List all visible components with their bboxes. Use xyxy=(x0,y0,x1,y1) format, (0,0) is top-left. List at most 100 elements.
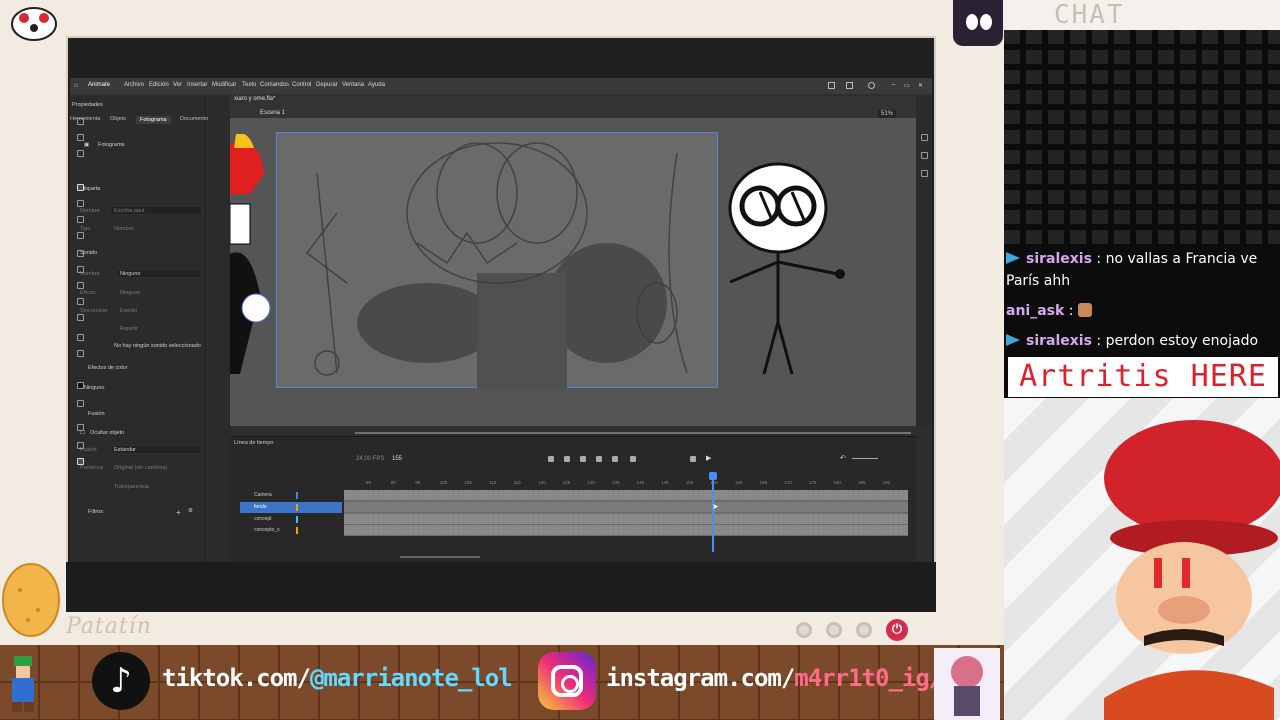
tab-objeto[interactable]: Objeto xyxy=(110,116,126,122)
eyedropper-tool-icon[interactable] xyxy=(77,298,84,305)
timeline-fps[interactable]: 24,00 FPS xyxy=(356,456,384,462)
stage-canvas[interactable] xyxy=(276,132,718,389)
edit-multiple-icon[interactable] xyxy=(612,456,618,462)
stroke-color-icon[interactable] xyxy=(77,382,84,389)
layer-concept[interactable]: concept xyxy=(240,514,342,525)
label-type-select[interactable]: Nombre xyxy=(114,226,134,232)
color-effect-select[interactable]: Ninguno xyxy=(84,385,105,391)
align-panel-icon[interactable] xyxy=(921,170,928,177)
timeline-playhead[interactable] xyxy=(709,472,717,552)
track-concept[interactable] xyxy=(344,514,908,525)
menu-ventana[interactable]: Ventana xyxy=(342,82,364,88)
text-tool-icon[interactable] xyxy=(77,266,84,273)
fill-color-icon[interactable] xyxy=(77,400,84,407)
color-panel-icon[interactable] xyxy=(921,152,928,159)
chat-message: ani_ask : xyxy=(1006,300,1278,322)
menu-modificar[interactable]: Modificar xyxy=(212,82,236,88)
sound-effect-select[interactable]: Ninguno xyxy=(120,290,141,296)
mouse-cursor-icon: ➤ xyxy=(712,502,719,511)
tab-documento[interactable]: Documento xyxy=(180,116,208,122)
menu-edicion[interactable]: Edición xyxy=(149,82,169,88)
instagram-logo-icon xyxy=(538,652,596,710)
track-concepto[interactable] xyxy=(344,525,908,536)
add-filter-icon[interactable]: + xyxy=(176,508,181,517)
snap-icon[interactable] xyxy=(77,424,84,431)
workspace-icon[interactable] xyxy=(846,82,853,89)
chat-title: CHAT xyxy=(1004,0,1280,30)
hand-tool-icon[interactable] xyxy=(77,334,84,341)
select-tool-icon[interactable] xyxy=(77,118,84,125)
menu-ver[interactable]: Ver xyxy=(173,82,182,88)
undo-icon[interactable]: ↶ xyxy=(840,454,846,462)
close-icon[interactable]: ✕ xyxy=(918,82,923,89)
section-filters[interactable]: Filtros xyxy=(88,509,103,515)
instagram-link: instagram.com/m4rr1t0_ig/ xyxy=(606,664,943,692)
timeline-tick-label: 175 xyxy=(808,480,817,485)
label-name-label: Nombre xyxy=(80,208,100,214)
chat-username: siralexis xyxy=(1026,333,1092,349)
pressure-icon[interactable] xyxy=(77,458,84,465)
section-color-effects[interactable]: Efectos de color xyxy=(88,365,127,371)
rectangle-tool-icon[interactable] xyxy=(77,216,84,223)
section-fusion[interactable]: Fusión xyxy=(88,411,105,417)
library-icon[interactable] xyxy=(921,134,928,141)
menu-control[interactable]: Control xyxy=(292,82,311,88)
overlay-dot-button xyxy=(796,622,812,638)
sound-sync-select[interactable]: Evento xyxy=(120,308,137,314)
smooth-icon[interactable] xyxy=(77,442,84,449)
menu-insertar[interactable]: Insertar xyxy=(187,82,207,88)
track-camera[interactable] xyxy=(344,490,908,501)
transparency-button[interactable]: Transparencia xyxy=(114,484,149,490)
maximize-icon[interactable]: ▭ xyxy=(904,82,910,89)
sound-repeat-select[interactable]: Repetir xyxy=(120,326,138,332)
minimize-icon[interactable]: – xyxy=(892,82,895,88)
zoom-select[interactable]: 51% xyxy=(878,110,897,118)
preserve-select[interactable]: Original (sin cambios) xyxy=(114,465,167,471)
tab-herramienta[interactable]: Herramienta xyxy=(70,116,100,122)
lasso-tool-icon[interactable] xyxy=(77,150,84,157)
loop-icon[interactable] xyxy=(690,456,696,462)
menu-comandos[interactable]: Comandos xyxy=(260,82,289,88)
layer-concepto[interactable]: concepto_s xyxy=(240,525,342,536)
timeline-tick-label: 105 xyxy=(464,480,472,485)
brush-tool-icon[interactable] xyxy=(77,184,84,191)
track-fondo[interactable] xyxy=(344,502,908,513)
subselect-tool-icon[interactable] xyxy=(77,134,84,141)
instagram-handle: m4rr1t0_ig/ xyxy=(794,664,943,692)
onion-outline-icon[interactable] xyxy=(596,456,602,462)
onion-skin-icon[interactable] xyxy=(580,456,586,462)
timeline-zoom-slider[interactable] xyxy=(852,458,878,459)
power-icon: ⏻ xyxy=(886,619,908,641)
pen-tool-icon[interactable] xyxy=(77,250,84,257)
monitor-bottom xyxy=(66,562,936,612)
stage-horizontal-scrollbar[interactable] xyxy=(355,432,911,434)
menu-ayuda[interactable]: Ayuda xyxy=(368,82,385,88)
insert-keyframe-icon[interactable] xyxy=(630,456,636,462)
layer-camera[interactable]: Camera xyxy=(240,490,342,501)
document-tab[interactable]: xiaro y ome.fla* xyxy=(234,96,275,102)
tiktok-logo-icon: ♪ xyxy=(92,652,150,710)
scene-selector[interactable]: Escena 1 xyxy=(260,110,285,116)
prev-frame-icon[interactable] xyxy=(564,456,570,462)
blend-value: Estándar xyxy=(114,447,137,453)
timeline-title: Línea de tiempo xyxy=(234,440,274,446)
tab-fotograma[interactable]: Fotograma xyxy=(136,116,171,124)
menu-archivo[interactable]: Archivo xyxy=(124,82,144,88)
home-icon[interactable]: ⌂ xyxy=(74,82,78,89)
timeline-current-frame[interactable]: 155 xyxy=(392,456,402,462)
eraser-tool-icon[interactable] xyxy=(77,314,84,321)
first-frame-icon[interactable] xyxy=(548,456,554,462)
filter-settings-icon[interactable]: ⚙ xyxy=(188,508,193,514)
pencil-tool-icon[interactable] xyxy=(77,200,84,207)
menu-depurar[interactable]: Depurar xyxy=(316,82,338,88)
line-tool-icon[interactable] xyxy=(77,232,84,239)
paint-bucket-tool-icon[interactable] xyxy=(77,282,84,289)
zoom-tool-icon[interactable] xyxy=(77,350,84,357)
play-icon[interactable]: ▶ xyxy=(706,454,711,462)
layer-fondo[interactable]: fondo xyxy=(240,502,342,513)
timeline-scrollbar[interactable] xyxy=(400,556,480,558)
chat-username: ani_ask xyxy=(1006,303,1065,319)
test-movie-icon[interactable] xyxy=(868,82,875,89)
menu-texto[interactable]: Texto xyxy=(242,82,256,88)
share-icon[interactable] xyxy=(828,82,835,89)
